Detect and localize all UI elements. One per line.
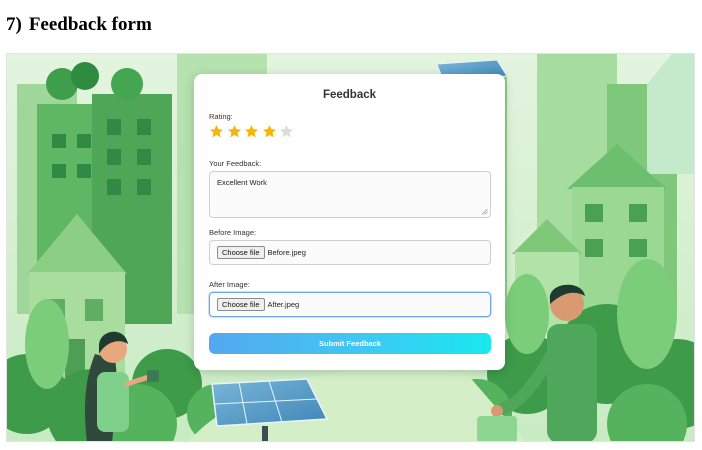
after-image-filename: After.jpeg [267, 300, 300, 309]
before-image-input[interactable]: Choose file Before.jpeg [209, 240, 491, 265]
heading-title: Feedback form [28, 14, 152, 35]
after-image-input[interactable]: Choose file After.jpeg [209, 292, 491, 317]
after-choose-file-button[interactable]: Choose file [217, 298, 265, 311]
after-image-label: After Image: [209, 280, 250, 289]
page-heading: 7) Feedback form [6, 14, 152, 36]
submit-feedback-button[interactable]: Submit Feedback [209, 333, 491, 354]
star-icon-4[interactable] [262, 124, 277, 139]
feedback-textarea[interactable]: Excellent Work [209, 171, 491, 218]
before-image-filename: Before.jpeg [267, 248, 306, 257]
heading-number: 7) [6, 14, 22, 35]
feedback-label: Your Feedback: [209, 159, 262, 168]
form-title: Feedback [322, 89, 377, 101]
star-icon-3[interactable] [244, 124, 259, 139]
rating-label: Rating: [209, 112, 233, 121]
feedback-text: Excellent Work [217, 178, 267, 187]
star-icon-5[interactable] [279, 124, 294, 139]
before-choose-file-button[interactable]: Choose file [217, 246, 265, 259]
before-image-label: Before Image: [209, 228, 257, 237]
feedback-form-card: Feedback Rating: Your Feedback: Excellen… [194, 74, 505, 370]
star-icon-2[interactable] [227, 124, 242, 139]
resize-handle-icon[interactable] [481, 208, 488, 215]
rating-stars [209, 124, 294, 140]
star-icon-1[interactable] [209, 124, 224, 139]
